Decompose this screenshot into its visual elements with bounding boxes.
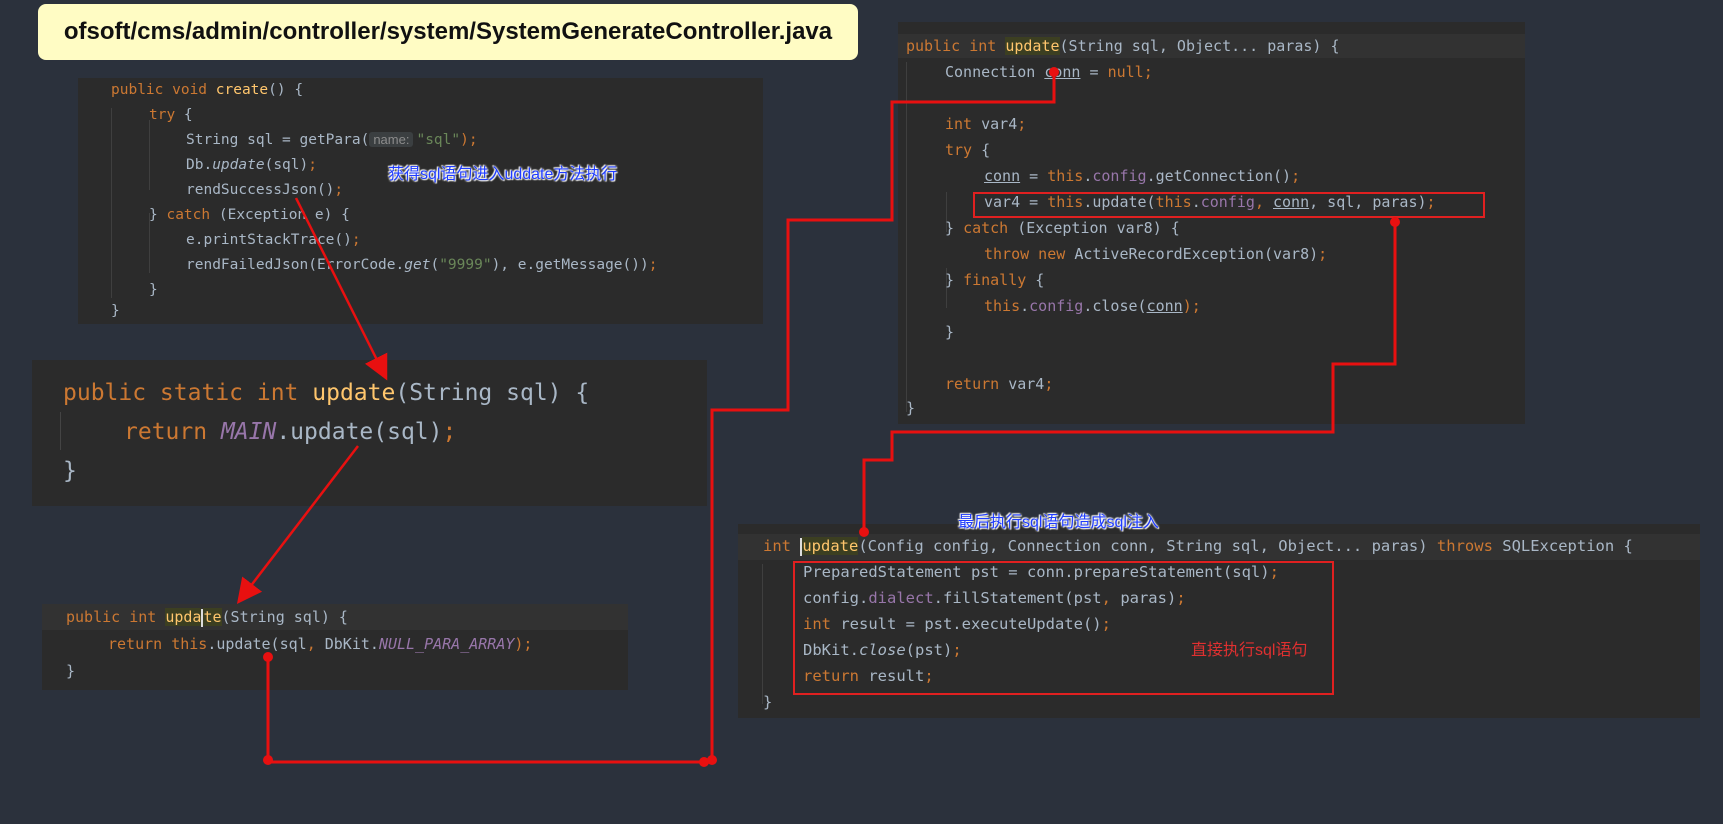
connector-varargs-to-exec — [862, 222, 1397, 532]
flow-overlay — [236, 67, 1400, 767]
arrow-create-to-db-update — [294, 197, 388, 381]
connector-pro-to-varargs — [266, 72, 1056, 764]
arrow-db-to-pro-update — [236, 445, 359, 604]
